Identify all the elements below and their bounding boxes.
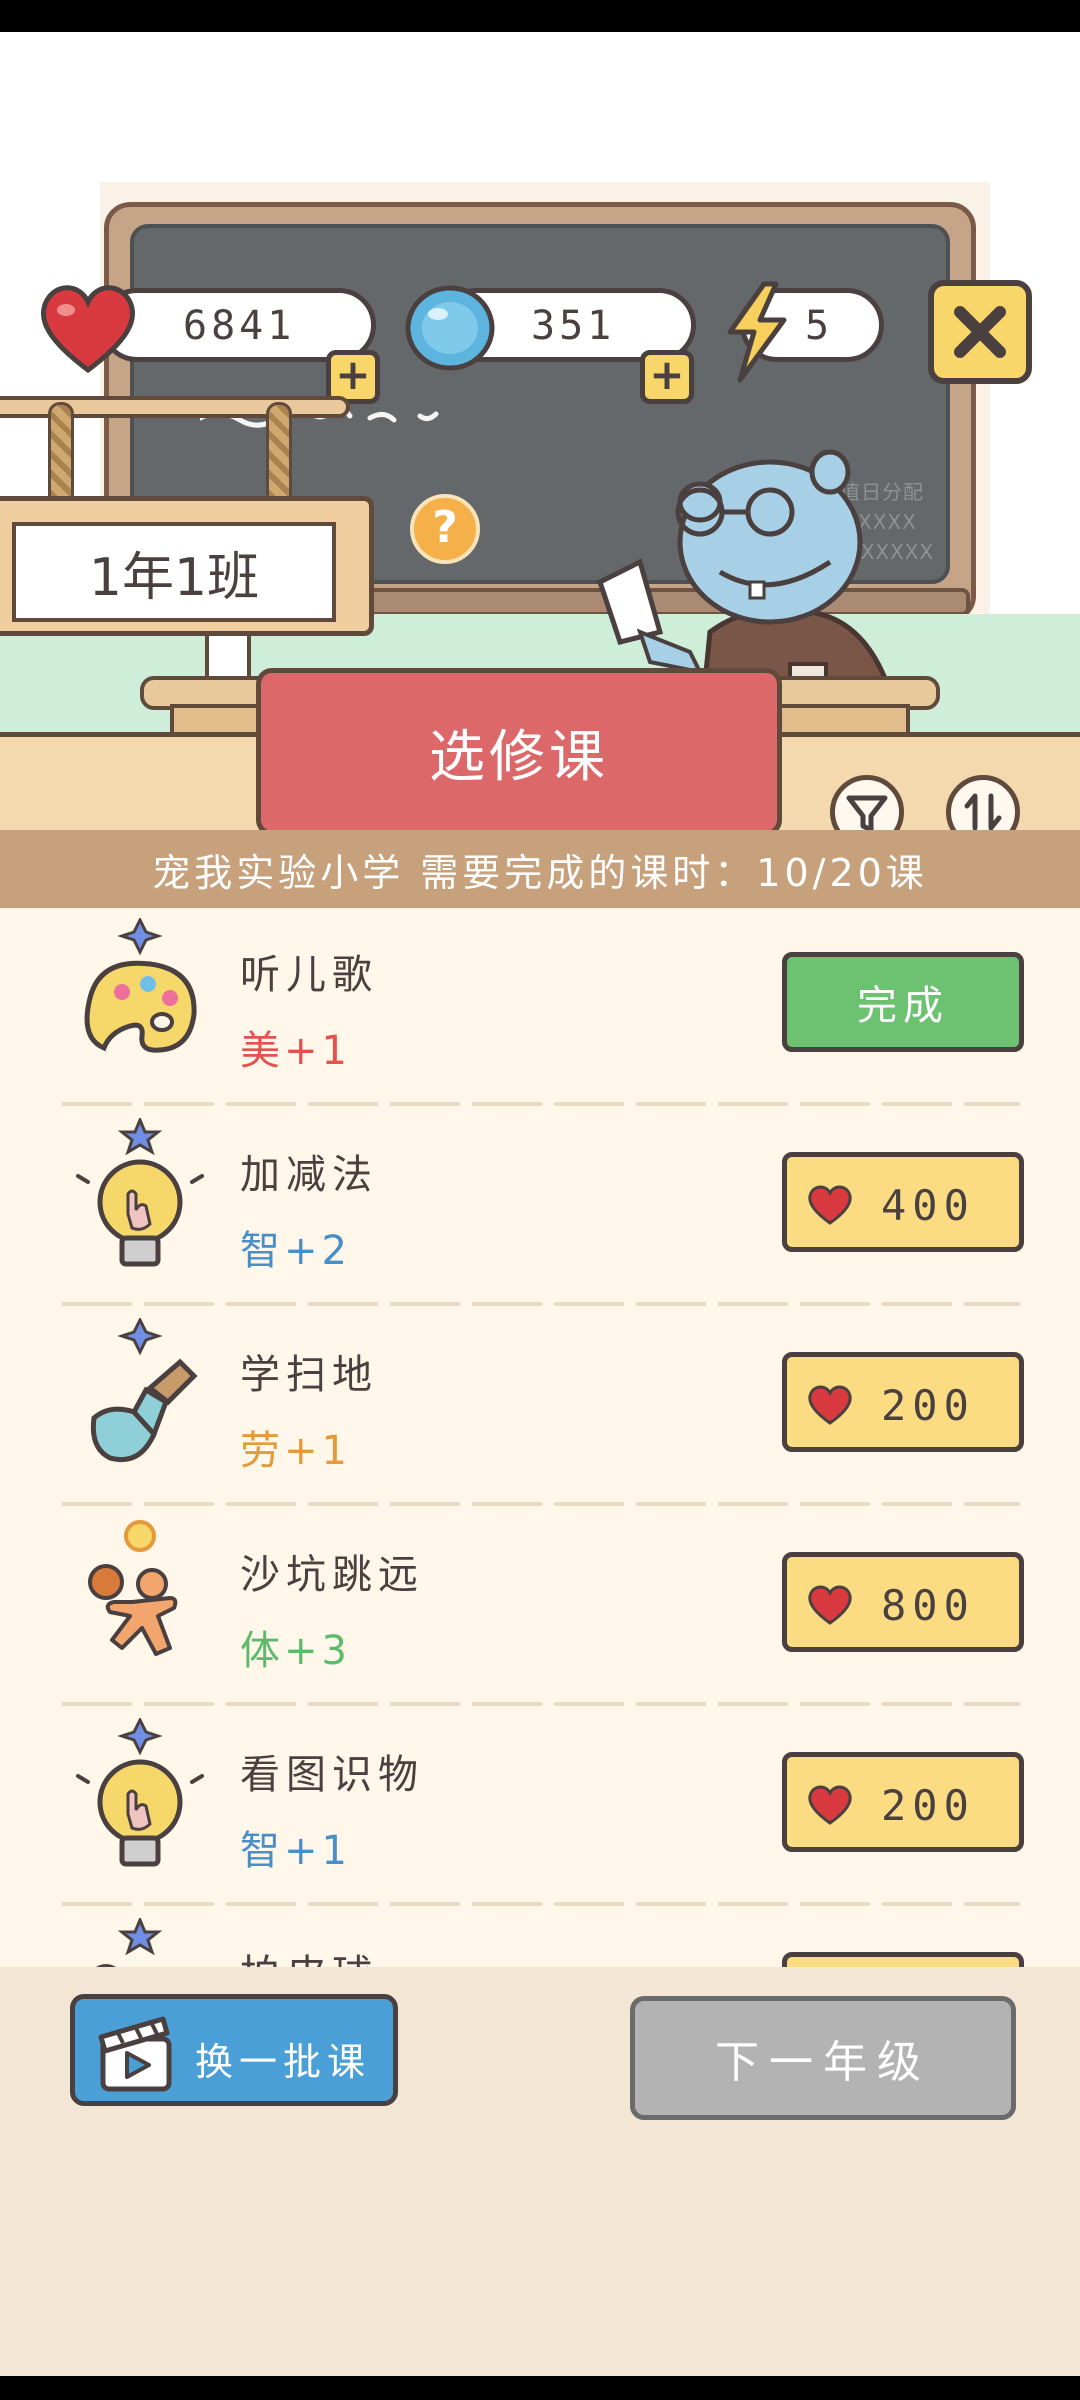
lightbulb-icon	[76, 1718, 204, 1867]
buy-course-button[interactable]: 800	[782, 1552, 1024, 1652]
swap-courses-button[interactable]: 换一批课	[70, 1994, 398, 2106]
course-row: 学扫地 劳+1 200	[0, 1308, 1080, 1508]
course-price: 400	[881, 1181, 975, 1230]
buy-course-button[interactable]: 200	[782, 1352, 1024, 1452]
page-title: 选修课	[256, 668, 782, 836]
course-row: 沙坑跳远 体+3 800	[0, 1508, 1080, 1708]
school-progress-bar: 宠我实验小学 需要完成的课时：10/20课	[0, 830, 1080, 908]
course-stat-gain: 美+1	[240, 1028, 351, 1074]
next-grade-button[interactable]: 下一年级	[630, 1996, 1016, 2120]
shovel-icon	[90, 1318, 198, 1462]
heart-icon	[40, 285, 136, 374]
divider	[62, 1702, 1020, 1706]
course-name: 看图识物	[240, 1752, 424, 1798]
energy-bolt-icon	[727, 281, 787, 383]
course-price: 200	[881, 1381, 975, 1430]
course-name: 沙坑跳远	[240, 1552, 424, 1598]
swap-courses-label: 换一批课	[195, 2040, 372, 2084]
buy-course-button[interactable]: 400	[782, 1152, 1024, 1252]
course-stat-gain: 体+3	[240, 1628, 351, 1674]
course-row: 看图识物 智+1 200	[0, 1708, 1080, 1908]
class-name: 1年1班	[12, 522, 336, 622]
heart-icon	[808, 1185, 852, 1225]
course-stat-gain: 智+2	[240, 1228, 351, 1274]
hearts-value: 6841	[183, 303, 296, 349]
blue-gem-icon	[405, 285, 495, 371]
divider	[62, 1302, 1020, 1306]
close-icon	[954, 306, 1006, 358]
course-name: 加减法	[240, 1152, 378, 1198]
game-screen: 值日分配 XXXX XXXXXX 6841 + 351 + 5 1年1班 ? 选…	[0, 32, 1080, 2376]
heart-icon	[808, 1785, 852, 1825]
course-stat-gain: 劳+1	[240, 1428, 351, 1474]
course-price: 800	[881, 1581, 975, 1630]
divider	[62, 1902, 1020, 1906]
lightbulb-icon	[76, 1118, 204, 1267]
course-stat-gain: 智+1	[240, 1828, 351, 1874]
energy-value: 5	[805, 303, 834, 349]
course-list[interactable]: 听儿歌 美+1 完成 加减法 智+2 400 学扫地 劳+1 200 沙坑跳远 …	[0, 908, 1080, 2000]
course-name: 听儿歌	[240, 952, 378, 998]
course-row: 听儿歌 美+1 完成	[0, 908, 1080, 1108]
heart-icon	[808, 1385, 852, 1425]
add-gems-button[interactable]: +	[640, 350, 694, 404]
palette-icon	[84, 918, 197, 1053]
jumping-kid-icon	[88, 1520, 178, 1656]
course-row: 加减法 智+2 400	[0, 1108, 1080, 1308]
course-name: 学扫地	[240, 1352, 378, 1398]
course-price: 200	[881, 1781, 975, 1830]
video-ad-icon	[98, 2016, 172, 2092]
buy-course-button[interactable]: 200	[782, 1752, 1024, 1852]
complete-button[interactable]: 完成	[782, 952, 1024, 1052]
heart-icon	[808, 1585, 852, 1625]
gems-value: 351	[531, 303, 616, 349]
help-button[interactable]: ?	[410, 494, 480, 564]
divider	[62, 1102, 1020, 1106]
cup	[205, 632, 251, 682]
close-button[interactable]	[928, 280, 1032, 384]
divider	[62, 1502, 1020, 1506]
